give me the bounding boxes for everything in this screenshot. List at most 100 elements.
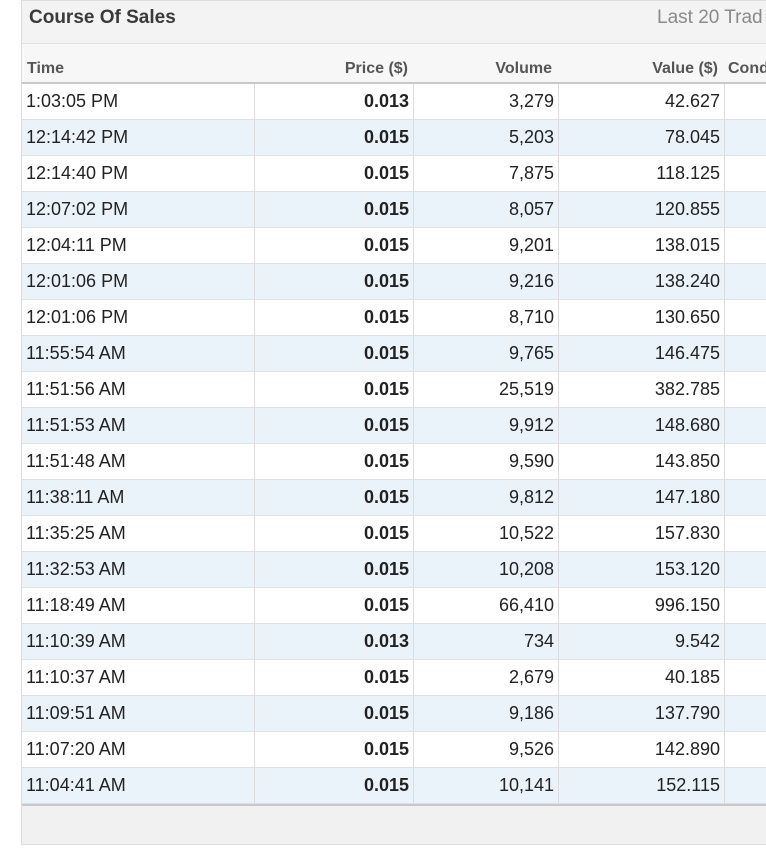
trade-volume: 5,203 xyxy=(414,120,559,155)
page: Course Of Sales Last 20 Trad Time Price … xyxy=(0,0,766,853)
table-row[interactable]: 11:10:37 AM 0.015 2,679 40.185 xyxy=(22,660,766,696)
trade-volume: 10,141 xyxy=(414,768,559,803)
trade-condition xyxy=(725,408,766,443)
trade-time: 11:32:53 AM xyxy=(22,552,255,587)
trade-condition xyxy=(725,660,766,695)
trade-value: 138.240 xyxy=(559,264,725,299)
trade-value: 9.542 xyxy=(559,624,725,659)
table-row[interactable]: 11:51:53 AM 0.015 9,912 148.680 xyxy=(22,408,766,444)
trade-price: 0.015 xyxy=(255,696,414,731)
trades-table: 1:03:05 PM 0.013 3,279 42.627 12:14:42 PM 0.0… xyxy=(22,84,766,806)
table-row[interactable]: 12:01:06 PM 0.015 9,216 138.240 xyxy=(22,264,766,300)
table-row[interactable]: 11:51:48 AM 0.015 9,590 143.850 xyxy=(22,444,766,480)
column-header-price[interactable]: Price ($) xyxy=(345,60,408,78)
trade-value: 137.790 xyxy=(559,696,725,731)
table-row[interactable]: 12:07:02 PM 0.015 8,057 120.855 xyxy=(22,192,766,228)
trade-volume: 2,679 xyxy=(414,660,559,695)
trade-volume: 10,522 xyxy=(414,516,559,551)
table-row[interactable]: 11:35:25 AM 0.015 10,522 157.830 xyxy=(22,516,766,552)
column-header-volume[interactable]: Volume xyxy=(495,60,552,78)
trade-value: 40.185 xyxy=(559,660,725,695)
trade-price: 0.015 xyxy=(255,120,414,155)
trade-condition xyxy=(725,84,766,119)
trade-time: 11:55:54 AM xyxy=(22,336,255,371)
column-header-value[interactable]: Value ($) xyxy=(652,60,718,78)
trade-condition xyxy=(725,624,766,659)
trade-time: 12:01:06 PM xyxy=(22,264,255,299)
table-row[interactable]: 11:55:54 AM 0.015 9,765 146.475 xyxy=(22,336,766,372)
trade-condition xyxy=(725,120,766,155)
table-row[interactable]: 12:01:06 PM 0.015 8,710 130.650 xyxy=(22,300,766,336)
trade-value: 118.125 xyxy=(559,156,725,191)
trade-volume: 9,765 xyxy=(414,336,559,371)
trade-value: 152.115 xyxy=(559,768,725,803)
trade-condition xyxy=(725,336,766,371)
trade-price: 0.015 xyxy=(255,372,414,407)
trade-value: 143.850 xyxy=(559,444,725,479)
panel-header: Course Of Sales Last 20 Trad xyxy=(22,1,766,44)
trade-volume: 66,410 xyxy=(414,588,559,623)
table-row[interactable]: 12:04:11 PM 0.015 9,201 138.015 xyxy=(22,228,766,264)
trade-condition xyxy=(725,372,766,407)
table-row[interactable]: 11:10:39 AM 0.013 734 9.542 xyxy=(22,624,766,660)
table-row[interactable]: 12:14:40 PM 0.015 7,875 118.125 xyxy=(22,156,766,192)
course-of-sales-panel: Course Of Sales Last 20 Trad Time Price … xyxy=(21,0,766,845)
table-row[interactable]: 11:07:20 AM 0.015 9,526 142.890 xyxy=(22,732,766,768)
trade-time: 11:04:41 AM xyxy=(22,768,255,803)
trade-volume: 9,912 xyxy=(414,408,559,443)
table-row[interactable]: 12:14:42 PM 0.015 5,203 78.045 xyxy=(22,120,766,156)
trade-volume: 734 xyxy=(414,624,559,659)
trade-time: 11:07:20 AM xyxy=(22,732,255,767)
trade-price: 0.015 xyxy=(255,192,414,227)
trade-condition xyxy=(725,696,766,731)
table-row[interactable]: 11:38:11 AM 0.015 9,812 147.180 xyxy=(22,480,766,516)
trade-price: 0.015 xyxy=(255,516,414,551)
trade-price: 0.015 xyxy=(255,444,414,479)
trade-value: 153.120 xyxy=(559,552,725,587)
trade-price: 0.015 xyxy=(255,408,414,443)
table-header: Time Price ($) Volume Value ($) Cond xyxy=(22,44,766,84)
table-row[interactable]: 11:09:51 AM 0.015 9,186 137.790 xyxy=(22,696,766,732)
trade-price: 0.015 xyxy=(255,300,414,335)
trade-time: 11:18:49 AM xyxy=(22,588,255,623)
trade-time: 11:35:25 AM xyxy=(22,516,255,551)
trade-condition xyxy=(725,444,766,479)
trade-value: 157.830 xyxy=(559,516,725,551)
trade-time: 11:10:37 AM xyxy=(22,660,255,695)
trade-price: 0.015 xyxy=(255,768,414,803)
trade-condition xyxy=(725,264,766,299)
table-row[interactable]: 1:03:05 PM 0.013 3,279 42.627 xyxy=(22,84,766,120)
trade-value: 382.785 xyxy=(559,372,725,407)
trade-value: 138.015 xyxy=(559,228,725,263)
trade-time: 11:51:48 AM xyxy=(22,444,255,479)
column-header-condition[interactable]: Cond xyxy=(728,60,766,78)
trade-volume: 3,279 xyxy=(414,84,559,119)
trade-value: 147.180 xyxy=(559,480,725,515)
column-header-time[interactable]: Time xyxy=(27,60,64,78)
trade-value: 130.650 xyxy=(559,300,725,335)
trade-value: 120.855 xyxy=(559,192,725,227)
trade-condition xyxy=(725,228,766,263)
trade-volume: 9,590 xyxy=(414,444,559,479)
trade-time: 12:04:11 PM xyxy=(22,228,255,263)
trade-condition xyxy=(725,480,766,515)
trade-price: 0.015 xyxy=(255,228,414,263)
trade-value: 142.890 xyxy=(559,732,725,767)
trade-volume: 9,526 xyxy=(414,732,559,767)
table-row[interactable]: 11:04:41 AM 0.015 10,141 152.115 xyxy=(22,768,766,804)
trade-volume: 8,057 xyxy=(414,192,559,227)
trade-condition xyxy=(725,732,766,767)
trade-volume: 9,812 xyxy=(414,480,559,515)
trade-condition xyxy=(725,516,766,551)
table-row[interactable]: 11:51:56 AM 0.015 25,519 382.785 xyxy=(22,372,766,408)
trade-price: 0.013 xyxy=(255,84,414,119)
trade-volume: 9,216 xyxy=(414,264,559,299)
trade-value: 146.475 xyxy=(559,336,725,371)
trade-condition xyxy=(725,588,766,623)
panel-title: Course Of Sales xyxy=(29,7,176,28)
table-row[interactable]: 11:32:53 AM 0.015 10,208 153.120 xyxy=(22,552,766,588)
trade-value: 996.150 xyxy=(559,588,725,623)
table-row[interactable]: 11:18:49 AM 0.015 66,410 996.150 xyxy=(22,588,766,624)
trade-condition xyxy=(725,300,766,335)
trade-price: 0.015 xyxy=(255,660,414,695)
